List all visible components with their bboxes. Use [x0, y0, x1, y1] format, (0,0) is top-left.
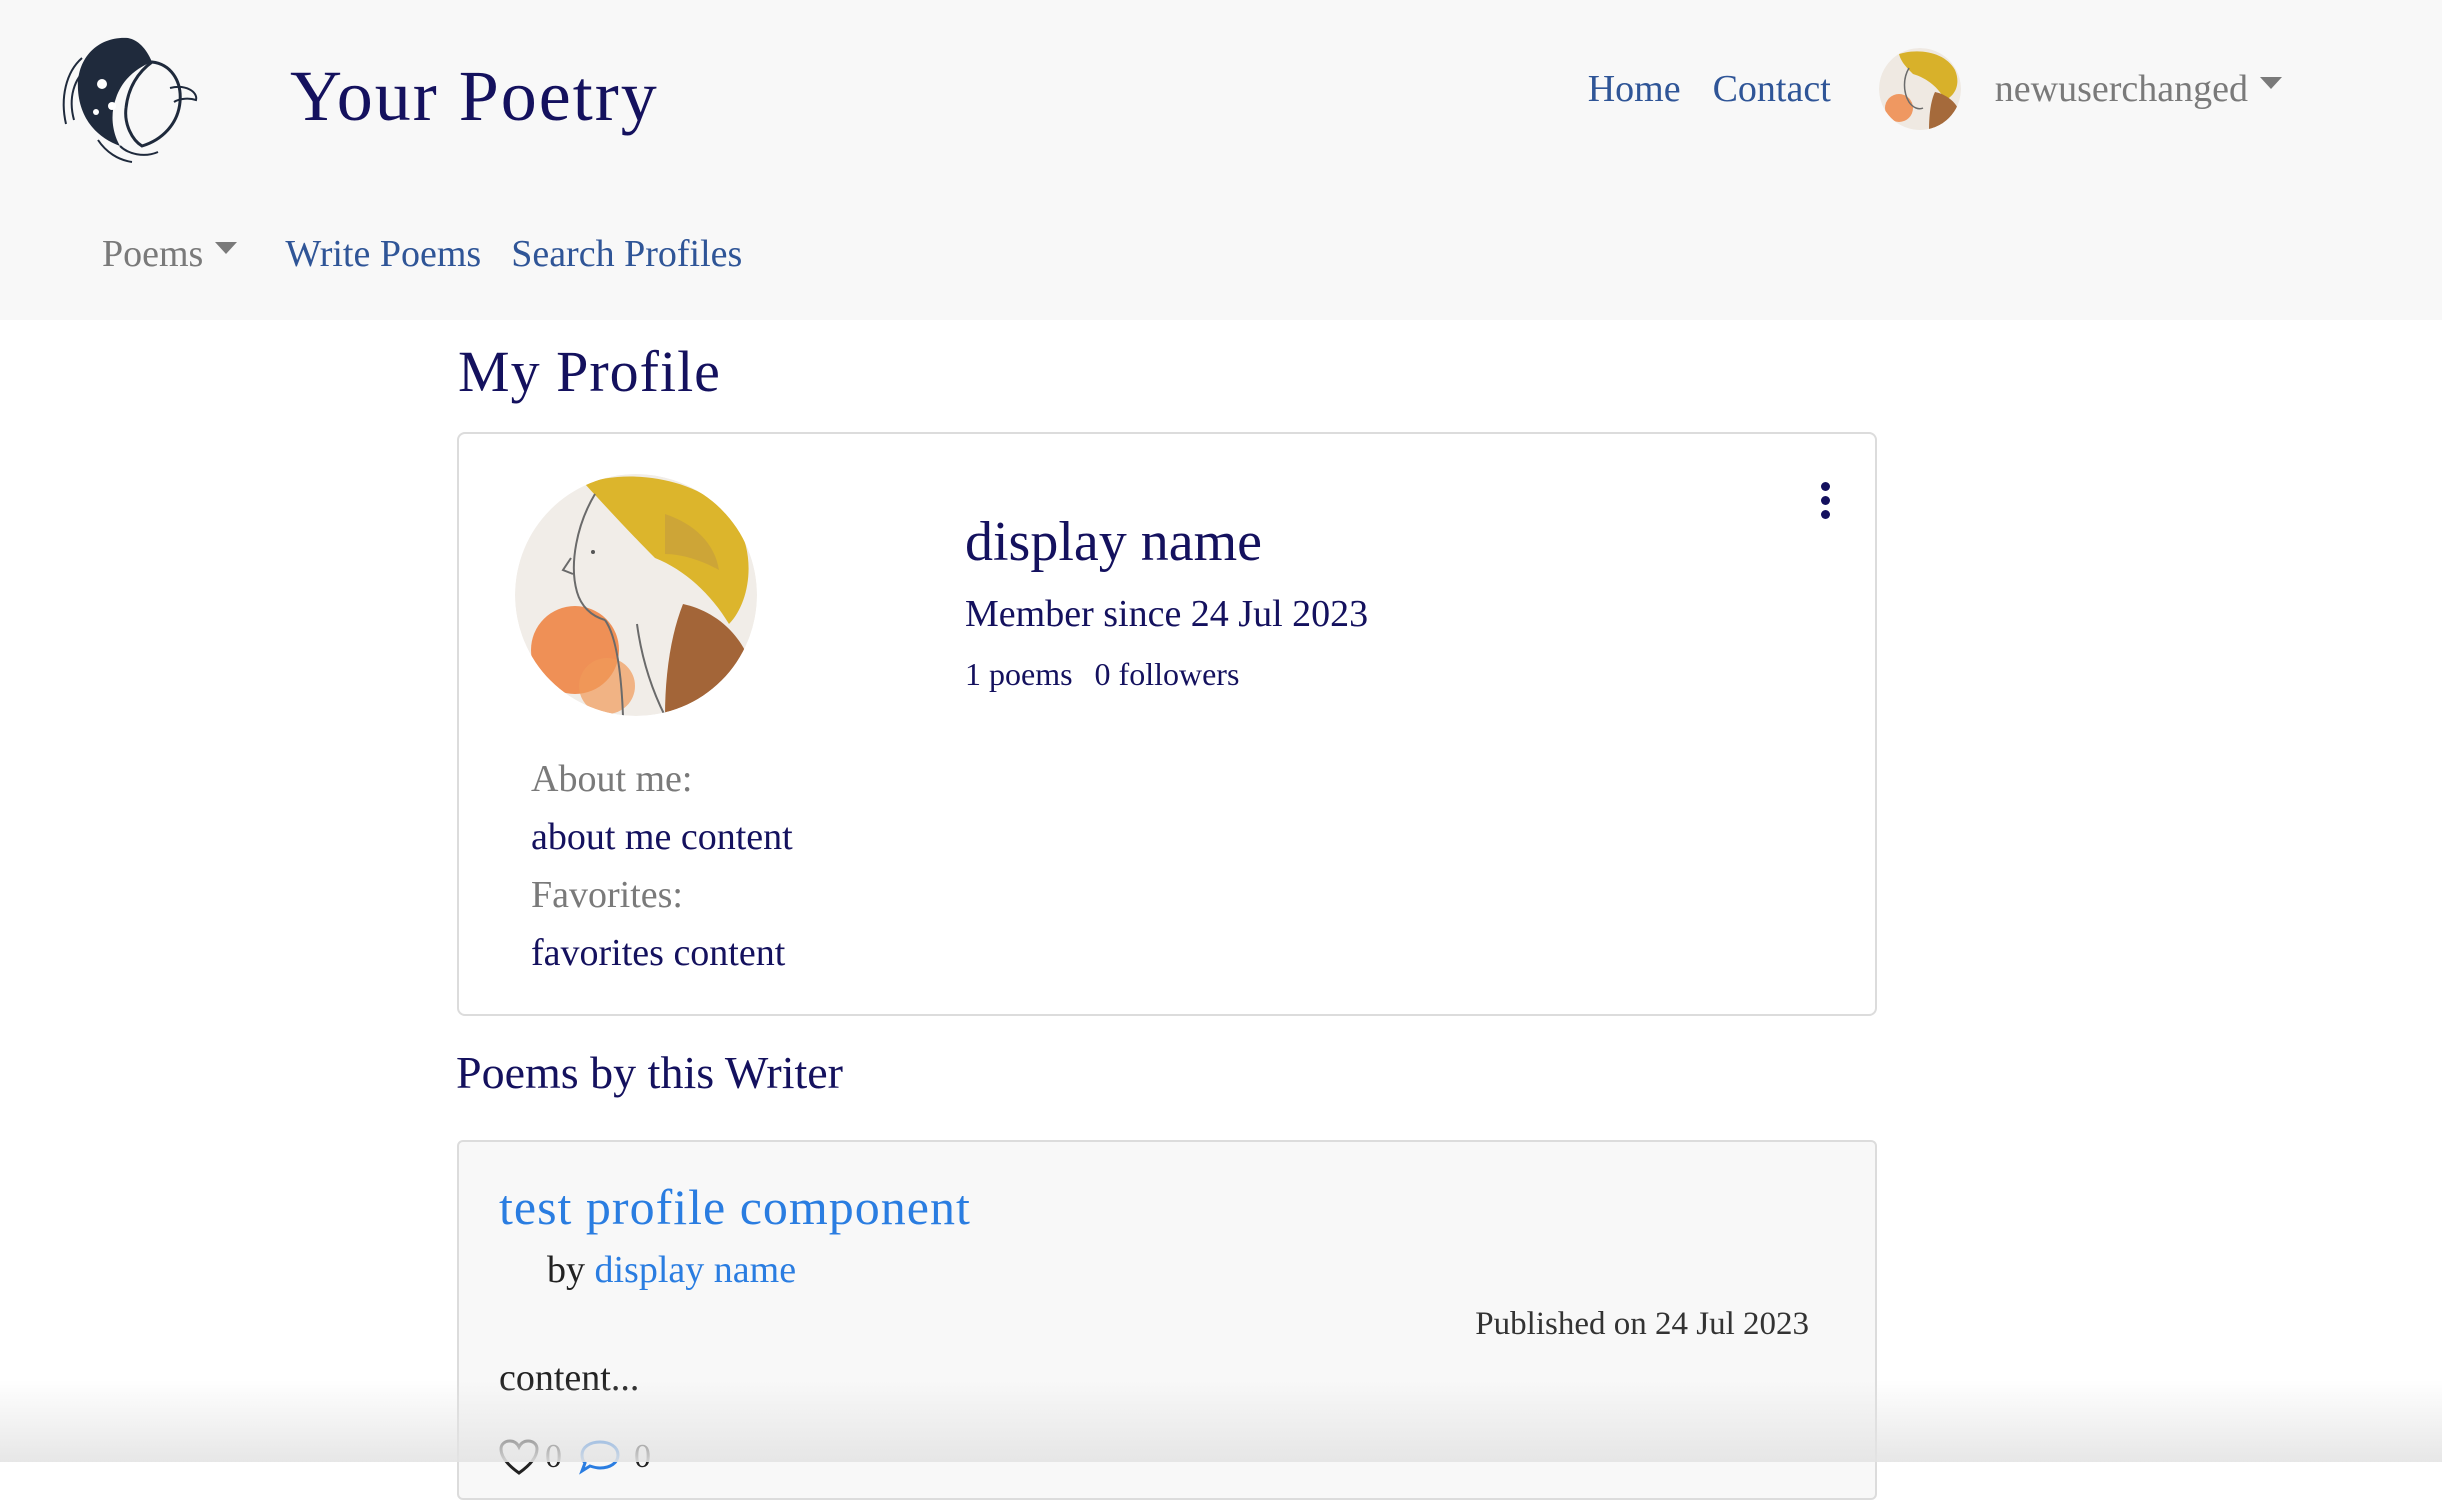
poem-reactions: 0 0 — [499, 1438, 667, 1476]
poem-card: test profile component by display name P… — [457, 1140, 1877, 1500]
by-label: by — [547, 1249, 585, 1291]
woman-portrait-logo-icon — [62, 37, 198, 163]
page-title: My Profile — [458, 339, 721, 404]
brand-link[interactable]: Your Poetry — [58, 28, 659, 164]
poems-menu-label: Poems — [102, 233, 204, 275]
published-date: Published on 24 Jul 2023 — [1475, 1306, 1809, 1342]
comment-icon — [579, 1440, 620, 1475]
member-since: Member since 24 Jul 2023 — [965, 593, 1369, 635]
username-label: newuserchanged — [1994, 68, 2248, 110]
nav-secondary: Poems Write Poems Search Profiles — [102, 232, 742, 276]
nav-right: Home Contact newuserchanged — [1556, 48, 2282, 130]
poems-count: 1 poems — [965, 656, 1073, 692]
poem-author-link[interactable]: display name — [595, 1249, 797, 1291]
kebab-menu-icon[interactable] — [1815, 482, 1835, 522]
about-label: About me: — [531, 758, 693, 800]
comment-count: 0 — [634, 1438, 651, 1475]
write-poems-link[interactable]: Write Poems — [285, 232, 481, 276]
user-avatar[interactable] — [1878, 48, 1961, 130]
caret-down-icon — [2260, 77, 2282, 89]
poems-section-title: Poems by this Writer — [456, 1047, 844, 1098]
poem-byline: by display name — [547, 1248, 796, 1292]
display-name: display name — [965, 511, 1263, 573]
favorites-label: Favorites: — [531, 874, 683, 916]
poem-excerpt: content... — [499, 1357, 640, 1399]
followers-count: 0 followers — [1094, 656, 1240, 692]
about-value: about me content — [531, 816, 793, 858]
profile-avatar — [515, 474, 757, 716]
about-block: About me: about me content Favorites: fa… — [531, 750, 793, 982]
user-menu-toggle[interactable]: newuserchanged — [1995, 67, 2282, 111]
search-profiles-link[interactable]: Search Profiles — [511, 232, 742, 276]
nav-contact-link[interactable]: Contact — [1713, 67, 1831, 111]
poem-title-link[interactable]: test profile component — [499, 1178, 971, 1236]
poems-menu-toggle[interactable]: Poems — [102, 232, 238, 276]
heart-icon — [499, 1439, 539, 1475]
nav-home-link[interactable]: Home — [1588, 67, 1681, 111]
comment-button[interactable]: 0 — [578, 1438, 651, 1476]
profile-stats: 1 poems 0 followers — [965, 656, 1239, 693]
profile-card: display name Member since 24 Jul 2023 1 … — [457, 432, 1877, 1016]
caret-down-icon — [215, 242, 238, 254]
favorites-value: favorites content — [531, 932, 786, 974]
navbar: Your Poetry Home Contact newuserchanged … — [0, 0, 2442, 320]
like-button[interactable]: 0 — [499, 1438, 562, 1476]
like-count: 0 — [545, 1438, 562, 1475]
brand-title[interactable]: Your Poetry — [290, 55, 659, 138]
